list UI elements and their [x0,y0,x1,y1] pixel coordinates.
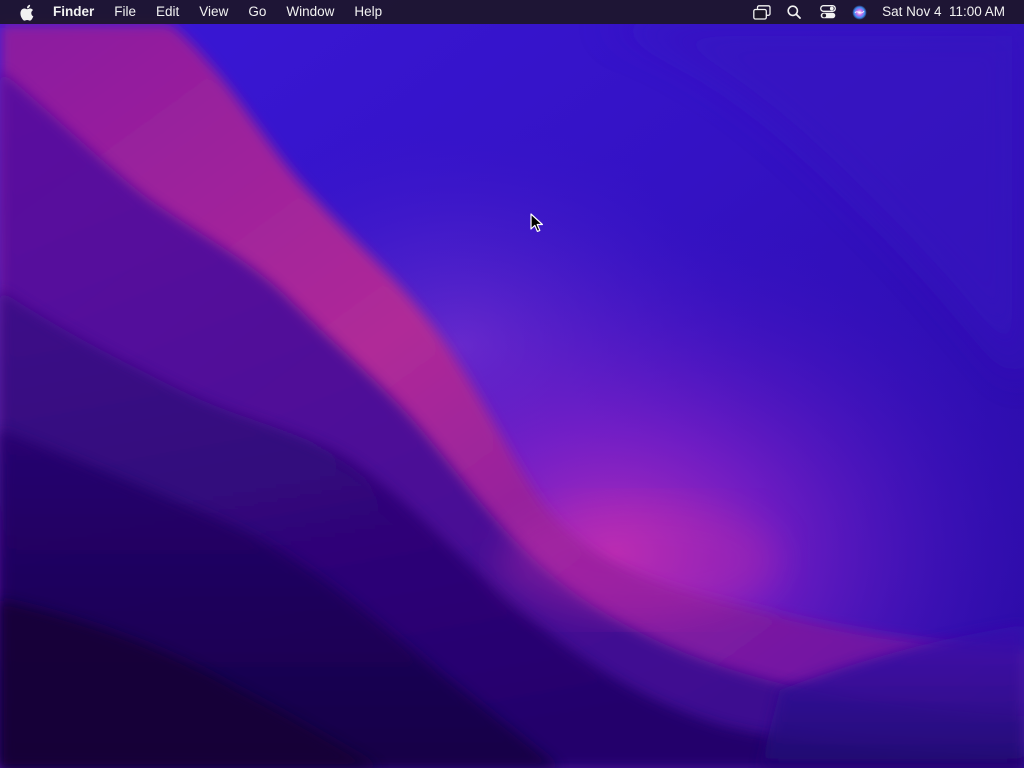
desktop-wallpaper [0,0,1024,768]
menu-go[interactable]: Go [248,0,266,24]
desktop[interactable]: Finder File Edit View Go Window Help Sat… [0,0,1024,768]
siri-icon[interactable] [851,0,867,24]
arrow-pointer-icon [530,213,543,232]
menu-app-finder[interactable]: Finder [53,0,94,24]
menu-bar-status-area: Sat Nov 4 11:00 AM [752,0,1024,24]
spotlight-search-icon[interactable] [786,0,802,24]
control-center-icon[interactable] [819,0,837,24]
menu-edit[interactable]: Edit [156,0,179,24]
apple-logo-icon[interactable] [18,3,34,21]
menu-window[interactable]: Window [286,0,334,24]
menu-bar: Finder File Edit View Go Window Help Sat… [0,0,1024,24]
menu-bar-left: Finder File Edit View Go Window Help [0,0,402,24]
menu-help[interactable]: Help [354,0,382,24]
menu-view[interactable]: View [199,0,228,24]
screen-mirroring-icon[interactable] [752,0,772,24]
menu-file[interactable]: File [114,0,136,24]
menu-bar-clock[interactable]: Sat Nov 4 11:00 AM [882,0,1005,24]
